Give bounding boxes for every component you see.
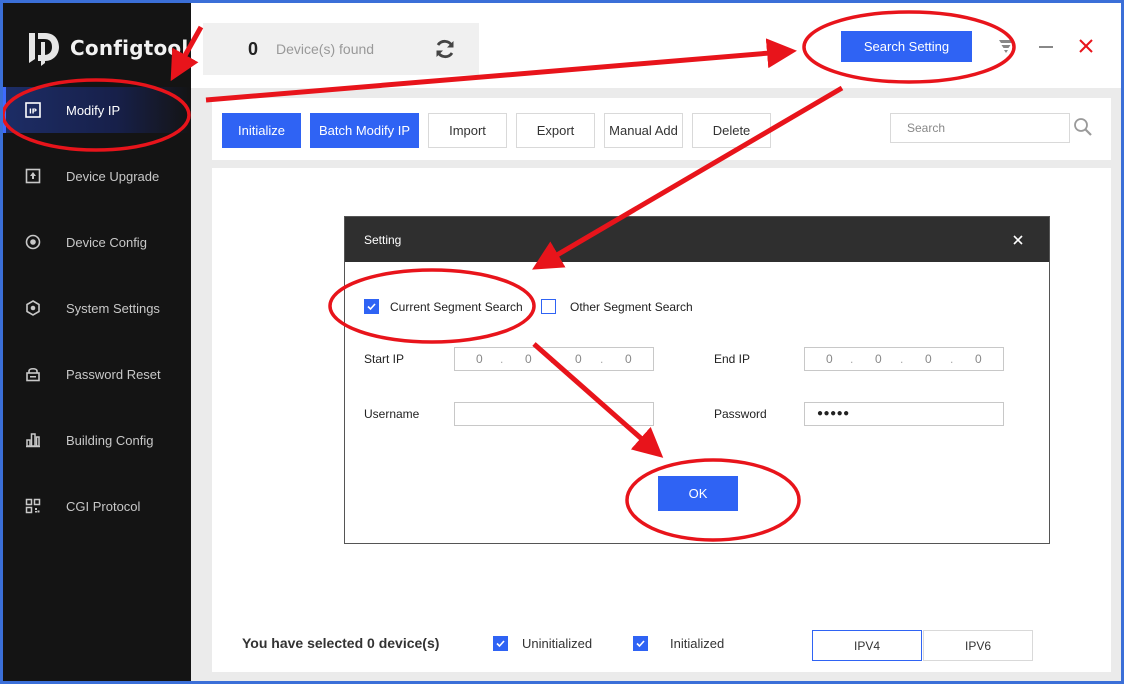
device-count: 0: [248, 38, 259, 59]
import-button[interactable]: Import: [428, 113, 507, 148]
initialized-label: Initialized: [670, 636, 725, 651]
svg-text:IP: IP: [29, 108, 37, 116]
dialog-title: Setting: [364, 233, 402, 247]
sidebar-item-modify-ip[interactable]: IP Modify IP: [3, 87, 191, 133]
manual-add-button[interactable]: Manual Add: [604, 113, 683, 148]
password-input[interactable]: ●●●●●: [804, 402, 1004, 426]
app-logo: Configtool: [25, 29, 188, 67]
ok-button[interactable]: OK: [658, 476, 738, 511]
start-ip-label: Start IP: [364, 352, 405, 366]
sidebar-item-label: System Settings: [66, 300, 160, 316]
search-setting-button[interactable]: Search Setting: [841, 31, 972, 62]
sidebar-item-label: Password Reset: [66, 366, 161, 382]
device-count-label: Device(s) found: [276, 41, 375, 57]
ip-icon: IP: [25, 102, 41, 118]
current-segment-checkbox[interactable]: [364, 299, 379, 314]
config-icon: [25, 234, 41, 250]
password-label: Password: [714, 407, 767, 421]
settings-icon: [25, 300, 41, 316]
sidebar-item-cgi-protocol[interactable]: CGI Protocol: [3, 483, 191, 529]
upgrade-icon: [25, 168, 41, 184]
checkmark-icon: [636, 640, 645, 648]
sidebar-item-device-upgrade[interactable]: Device Upgrade: [3, 153, 191, 199]
qr-icon: [25, 498, 41, 514]
sidebar-item-label: Modify IP: [66, 102, 121, 118]
end-ip-input[interactable]: 0 . 0 . 0 . 0: [804, 347, 1004, 371]
end-ip-label: End IP: [714, 352, 751, 366]
device-count-panel: 0 Device(s) found: [203, 23, 479, 75]
sidebar: Configtool IP Modify IP Device Upgrade D…: [3, 3, 191, 681]
setting-dialog: Setting Current Segment Search Other Seg…: [344, 216, 1050, 544]
sidebar-item-system-settings[interactable]: System Settings: [3, 285, 191, 331]
uninitialized-label: Uninitialized: [522, 636, 593, 651]
other-segment-label: Other Segment Search: [570, 300, 693, 314]
current-segment-label: Current Segment Search: [390, 300, 523, 314]
batch-modify-ip-button[interactable]: Batch Modify IP: [310, 113, 419, 148]
ipv4-tab[interactable]: IPV4: [812, 630, 922, 661]
sidebar-item-label: Device Upgrade: [66, 168, 160, 184]
ipv6-tab[interactable]: IPV6: [923, 630, 1033, 661]
sidebar-item-label: Device Config: [66, 234, 147, 250]
initialize-button[interactable]: Initialize: [222, 113, 301, 148]
sidebar-item-label: CGI Protocol: [66, 498, 141, 514]
top-bar: 0 Device(s) found Search Setting: [191, 3, 1121, 88]
sidebar-item-device-config[interactable]: Device Config: [3, 219, 191, 265]
username-input[interactable]: [454, 402, 654, 426]
search-input[interactable]: [890, 113, 1070, 143]
checkmark-icon: [496, 640, 505, 648]
configtool-logo-icon: [29, 33, 59, 66]
sidebar-item-label: Building Config: [66, 432, 154, 448]
delete-button[interactable]: Delete: [692, 113, 771, 148]
building-icon: [25, 432, 41, 448]
sidebar-item-password-reset[interactable]: Password Reset: [3, 351, 191, 397]
checkmark-icon: [367, 303, 376, 311]
minimize-icon[interactable]: [1037, 37, 1055, 55]
app-title: Configtool: [70, 36, 189, 60]
selected-count-text: You have selected 0 device(s): [242, 635, 440, 651]
lock-icon: [25, 366, 41, 382]
dialog-close-icon[interactable]: [1013, 235, 1023, 245]
dialog-header: Setting: [345, 217, 1049, 262]
initialized-checkbox[interactable]: [633, 636, 648, 651]
start-ip-input[interactable]: 0 . 0 . 0 . 0: [454, 347, 654, 371]
close-icon[interactable]: [1077, 37, 1095, 55]
uninitialized-checkbox[interactable]: [493, 636, 508, 651]
username-label: Username: [364, 407, 420, 421]
other-segment-checkbox[interactable]: [541, 299, 556, 314]
export-button[interactable]: Export: [516, 113, 595, 148]
sidebar-item-building-config[interactable]: Building Config: [3, 417, 191, 463]
refresh-icon[interactable]: [433, 37, 457, 61]
search-icon[interactable]: [1073, 117, 1093, 137]
menu-icon[interactable]: [997, 37, 1015, 55]
